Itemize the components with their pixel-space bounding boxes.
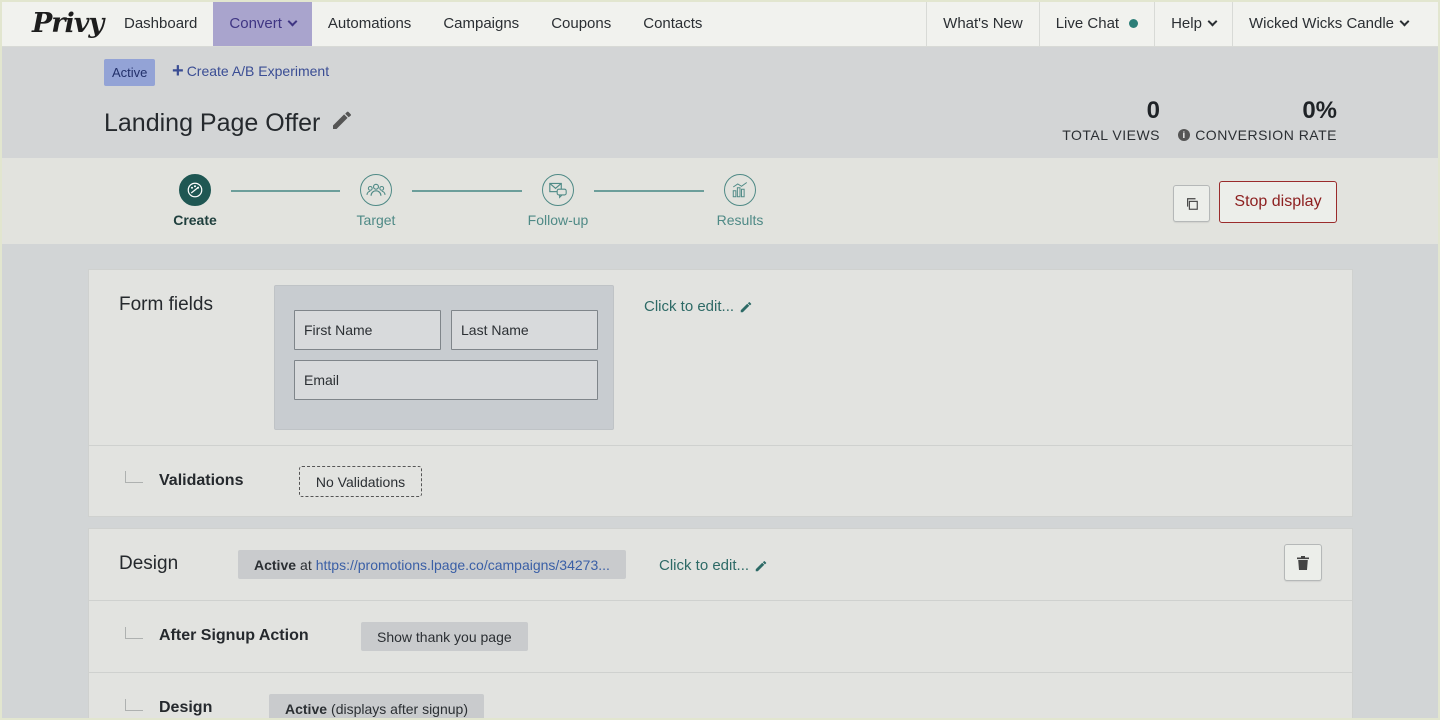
- duplicate-button[interactable]: [1173, 185, 1210, 222]
- sub-design-status: Active: [285, 700, 328, 717]
- form-fields-title: Form fields: [119, 294, 213, 315]
- validations-label: Validations: [159, 472, 244, 489]
- audience-icon: [360, 174, 392, 206]
- after-signup-label: After Signup Action: [159, 627, 309, 644]
- total-views-stat: 0 TOTAL VIEWS: [1062, 97, 1160, 143]
- after-signup-row: After Signup Action Show thank you page: [89, 601, 1352, 673]
- envelope-chat-icon: [542, 174, 574, 206]
- pencil-icon: [755, 560, 767, 571]
- total-views-value: 0: [1146, 97, 1160, 124]
- help-label: Help: [1171, 14, 1202, 32]
- nav-contacts[interactable]: Contacts: [627, 0, 718, 46]
- palette-icon: [179, 174, 211, 206]
- conversion-rate-label-row: i CONVERSION RATE: [1178, 127, 1337, 143]
- after-signup-value[interactable]: Show thank you page: [361, 622, 528, 651]
- step-target[interactable]: Target: [336, 174, 416, 228]
- plus-icon: +: [172, 60, 184, 82]
- pencil-icon: [740, 301, 752, 312]
- click-to-edit-label: Click to edit...: [659, 557, 750, 574]
- chevron-down-icon: [287, 16, 298, 26]
- edit-title-pencil-icon[interactable]: [330, 108, 354, 137]
- click-to-edit-label: Click to edit...: [644, 298, 735, 315]
- ab-link-label: Create A/B Experiment: [186, 63, 330, 79]
- stop-display-button[interactable]: Stop display: [1219, 181, 1337, 223]
- validations-row: Validations No Validations: [89, 446, 1352, 516]
- design-card: Design Active at https://promotions.lpag…: [88, 528, 1353, 720]
- tree-elbow: [125, 627, 143, 639]
- create-ab-experiment-link[interactable]: + Create A/B Experiment: [172, 61, 329, 81]
- copy-icon: [1186, 197, 1198, 210]
- form-fields-row: Form fields First Name Last Name Email C…: [89, 270, 1352, 446]
- delete-design-button[interactable]: [1284, 544, 1322, 581]
- nav-whats-new[interactable]: What's New: [926, 0, 1039, 46]
- step-connector: [412, 190, 522, 192]
- conversion-rate-stat: 0% i CONVERSION RATE: [1178, 97, 1337, 143]
- step-create[interactable]: Create: [155, 174, 235, 228]
- design-status: Active: [254, 556, 297, 573]
- step-follow-up-label: Follow-up: [527, 212, 589, 228]
- nav-dashboard[interactable]: Dashboard: [108, 0, 213, 46]
- chevron-down-icon: [1399, 16, 1410, 26]
- info-icon[interactable]: i: [1178, 129, 1191, 141]
- nav-automations[interactable]: Automations: [312, 0, 427, 46]
- nav-right: What's New Live Chat Help Wicked Wicks C…: [926, 0, 1440, 46]
- first-name-field: First Name: [294, 310, 441, 350]
- step-results[interactable]: Results: [700, 174, 780, 228]
- privy-logo[interactable]: Privy: [0, 0, 108, 46]
- online-status-dot: [1129, 18, 1139, 28]
- nav-convert[interactable]: Convert: [213, 0, 312, 46]
- account-name: Wicked Wicks Candle: [1248, 14, 1394, 32]
- tree-elbow: [125, 699, 143, 711]
- step-create-label: Create: [173, 212, 217, 228]
- design-at: at: [300, 556, 312, 573]
- step-follow-up[interactable]: Follow-up: [518, 174, 598, 228]
- form-fields-card: Form fields First Name Last Name Email C…: [88, 269, 1353, 517]
- top-nav: Privy Dashboard Convert Automations Camp…: [0, 0, 1440, 47]
- sub-design-label: Design: [159, 699, 213, 716]
- nav-campaigns[interactable]: Campaigns: [427, 0, 535, 46]
- bar-chart-icon: [724, 174, 756, 206]
- tree-elbow: [125, 471, 143, 483]
- design-click-to-edit[interactable]: Click to edit...: [659, 557, 768, 574]
- step-connector: [231, 190, 340, 192]
- status-badge: Active: [104, 59, 156, 86]
- email-field: Email: [294, 360, 598, 400]
- nav-coupons[interactable]: Coupons: [535, 0, 627, 46]
- form-preview[interactable]: First Name Last Name Email: [274, 285, 614, 430]
- design-row: Design Active at https://promotions.lpag…: [89, 529, 1352, 601]
- campaign-stepper: Create Target Follow-up Results Stop dis…: [0, 158, 1440, 244]
- validations-value[interactable]: No Validations: [299, 466, 422, 497]
- page-title: Landing Page Offer: [104, 109, 321, 137]
- nav-account[interactable]: Wicked Wicks Candle: [1231, 0, 1440, 46]
- last-name-field: Last Name: [451, 310, 598, 350]
- total-views-label: TOTAL VIEWS: [1062, 127, 1160, 143]
- chevron-down-icon: [1207, 16, 1218, 26]
- form-fields-click-to-edit[interactable]: Click to edit...: [644, 298, 753, 315]
- design-url-link[interactable]: https://promotions.lpage.co/campaigns/34…: [316, 557, 610, 573]
- nav-help[interactable]: Help: [1154, 0, 1232, 46]
- trash-icon: [1297, 555, 1309, 570]
- live-chat-label: Live Chat: [1055, 14, 1120, 32]
- step-results-label: Results: [716, 212, 764, 228]
- sub-design-row: Design Active (displays after signup): [89, 673, 1352, 720]
- step-connector: [594, 190, 704, 192]
- nav-live-chat[interactable]: Live Chat: [1038, 0, 1154, 46]
- conversion-rate-value: 0%: [1302, 97, 1337, 124]
- sub-design-note: (displays after signup): [331, 700, 468, 717]
- design-status-pill: Active at https://promotions.lpage.co/ca…: [238, 550, 626, 579]
- step-target-label: Target: [356, 212, 396, 228]
- nav-convert-label: Convert: [229, 14, 282, 32]
- campaign-header: Active + Create A/B Experiment Landing P…: [0, 47, 1440, 158]
- conversion-rate-label: CONVERSION RATE: [1195, 127, 1337, 143]
- design-title: Design: [119, 553, 179, 574]
- sub-design-status-pill[interactable]: Active (displays after signup): [269, 694, 484, 720]
